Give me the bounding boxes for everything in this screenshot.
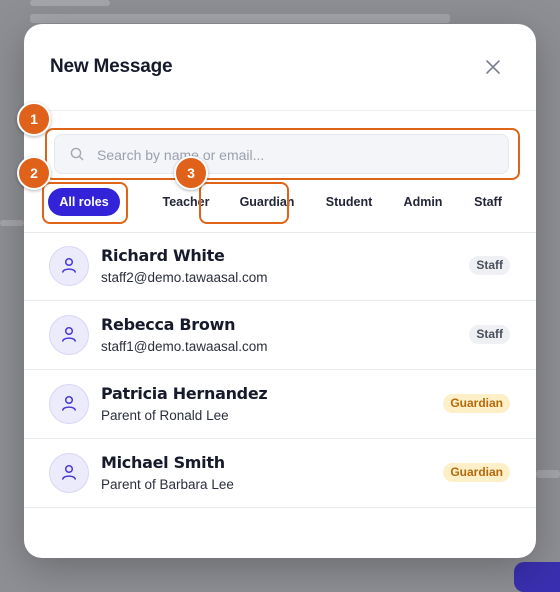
contact-detail: staff2@demo.tawaasal.com	[101, 270, 268, 285]
role-badge: Guardian	[443, 394, 510, 413]
filter-staff[interactable]: Staff	[462, 188, 514, 216]
search-field[interactable]	[54, 134, 509, 175]
annotation-marker-2: 2	[17, 156, 51, 190]
contact-detail: Parent of Ronald Lee	[101, 408, 229, 423]
modal-title: New Message	[50, 56, 173, 77]
close-icon[interactable]	[484, 58, 502, 76]
user-icon	[62, 464, 76, 480]
contact-row[interactable]: Patricia Hernandez Parent of Ronald Lee …	[24, 370, 536, 439]
background-text	[0, 220, 24, 226]
modal-header: New Message	[24, 24, 536, 111]
contact-detail: staff1@demo.tawaasal.com	[101, 339, 268, 354]
filter-student[interactable]: Student	[314, 188, 384, 216]
contact-name: Rebecca Brown	[101, 315, 236, 334]
search-icon	[69, 146, 85, 162]
contact-row[interactable]: Richard White staff2@demo.tawaasal.com S…	[24, 232, 536, 301]
background-text	[30, 0, 110, 6]
filter-admin[interactable]: Admin	[394, 188, 452, 216]
background-text	[30, 14, 450, 23]
filter-guardian[interactable]: Guardian	[228, 188, 306, 216]
role-badge: Staff	[469, 325, 510, 344]
search-input[interactable]	[95, 135, 499, 175]
annotation-marker-3: 3	[174, 156, 208, 190]
new-message-modal: New Message All roles Teacher Guardian S…	[24, 24, 536, 558]
annotation-marker-1: 1	[17, 102, 51, 136]
filter-all-roles[interactable]: All roles	[48, 188, 120, 216]
background-button	[514, 562, 560, 592]
background-text	[536, 470, 560, 478]
user-icon	[62, 257, 76, 273]
contact-detail: Parent of Barbara Lee	[101, 477, 234, 492]
avatar	[49, 384, 89, 424]
avatar	[49, 453, 89, 493]
contact-name: Patricia Hernandez	[101, 384, 268, 403]
contact-list: Richard White staff2@demo.tawaasal.com S…	[24, 232, 536, 508]
filter-teacher[interactable]: Teacher	[152, 188, 220, 216]
contact-row[interactable]: Michael Smith Parent of Barbara Lee Guar…	[24, 439, 536, 508]
user-icon	[62, 326, 76, 342]
contact-row[interactable]: Rebecca Brown staff1@demo.tawaasal.com S…	[24, 301, 536, 370]
user-icon	[62, 395, 76, 411]
avatar	[49, 246, 89, 286]
contact-name: Richard White	[101, 246, 225, 265]
avatar	[49, 315, 89, 355]
role-badge: Staff	[469, 256, 510, 275]
role-badge: Guardian	[443, 463, 510, 482]
contact-name: Michael Smith	[101, 453, 225, 472]
